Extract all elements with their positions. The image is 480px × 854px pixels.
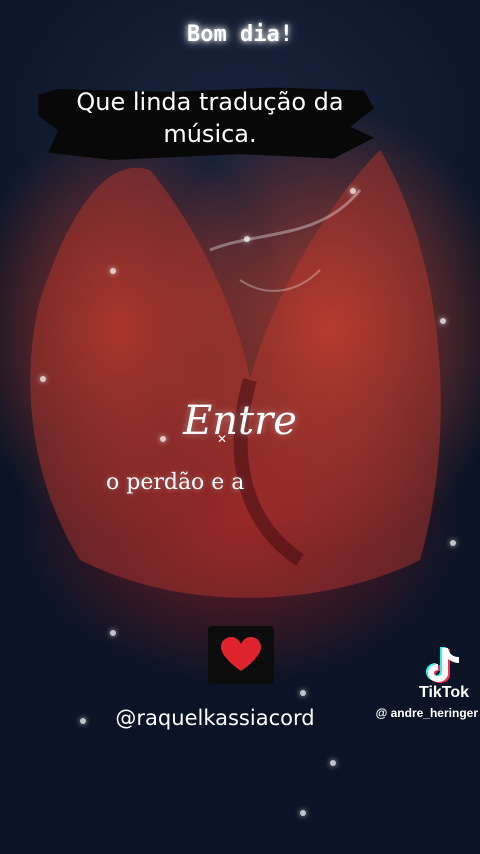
comment-caption: Que linda tradução da música. bbox=[40, 86, 380, 150]
tiktok-brand-label: TikTok bbox=[418, 684, 470, 701]
sparkle bbox=[300, 690, 306, 696]
sparkle bbox=[330, 760, 336, 766]
tiktok-logo-icon bbox=[426, 647, 459, 683]
lyric-line-1: Entre bbox=[183, 398, 297, 444]
sparkle bbox=[300, 810, 306, 816]
tiktok-username: @ andre_heringer bbox=[375, 706, 478, 720]
sparkle bbox=[40, 376, 46, 382]
greeting-caption: Bom dia! bbox=[187, 22, 293, 47]
sparkle bbox=[350, 188, 356, 194]
sparkle bbox=[440, 318, 446, 324]
comment-line-2: música. bbox=[163, 120, 257, 148]
sparkle bbox=[244, 236, 250, 242]
heart-icon bbox=[221, 637, 261, 671]
sparkle bbox=[110, 630, 116, 636]
heart-emoji bbox=[208, 626, 274, 684]
lyric-line-2: o perdão e a bbox=[106, 470, 245, 495]
sparkle bbox=[450, 540, 456, 546]
sparkle bbox=[110, 268, 116, 274]
comment-line-1: Que linda tradução da bbox=[76, 88, 344, 116]
sparkle-cross-icon: ✕ bbox=[217, 432, 228, 446]
